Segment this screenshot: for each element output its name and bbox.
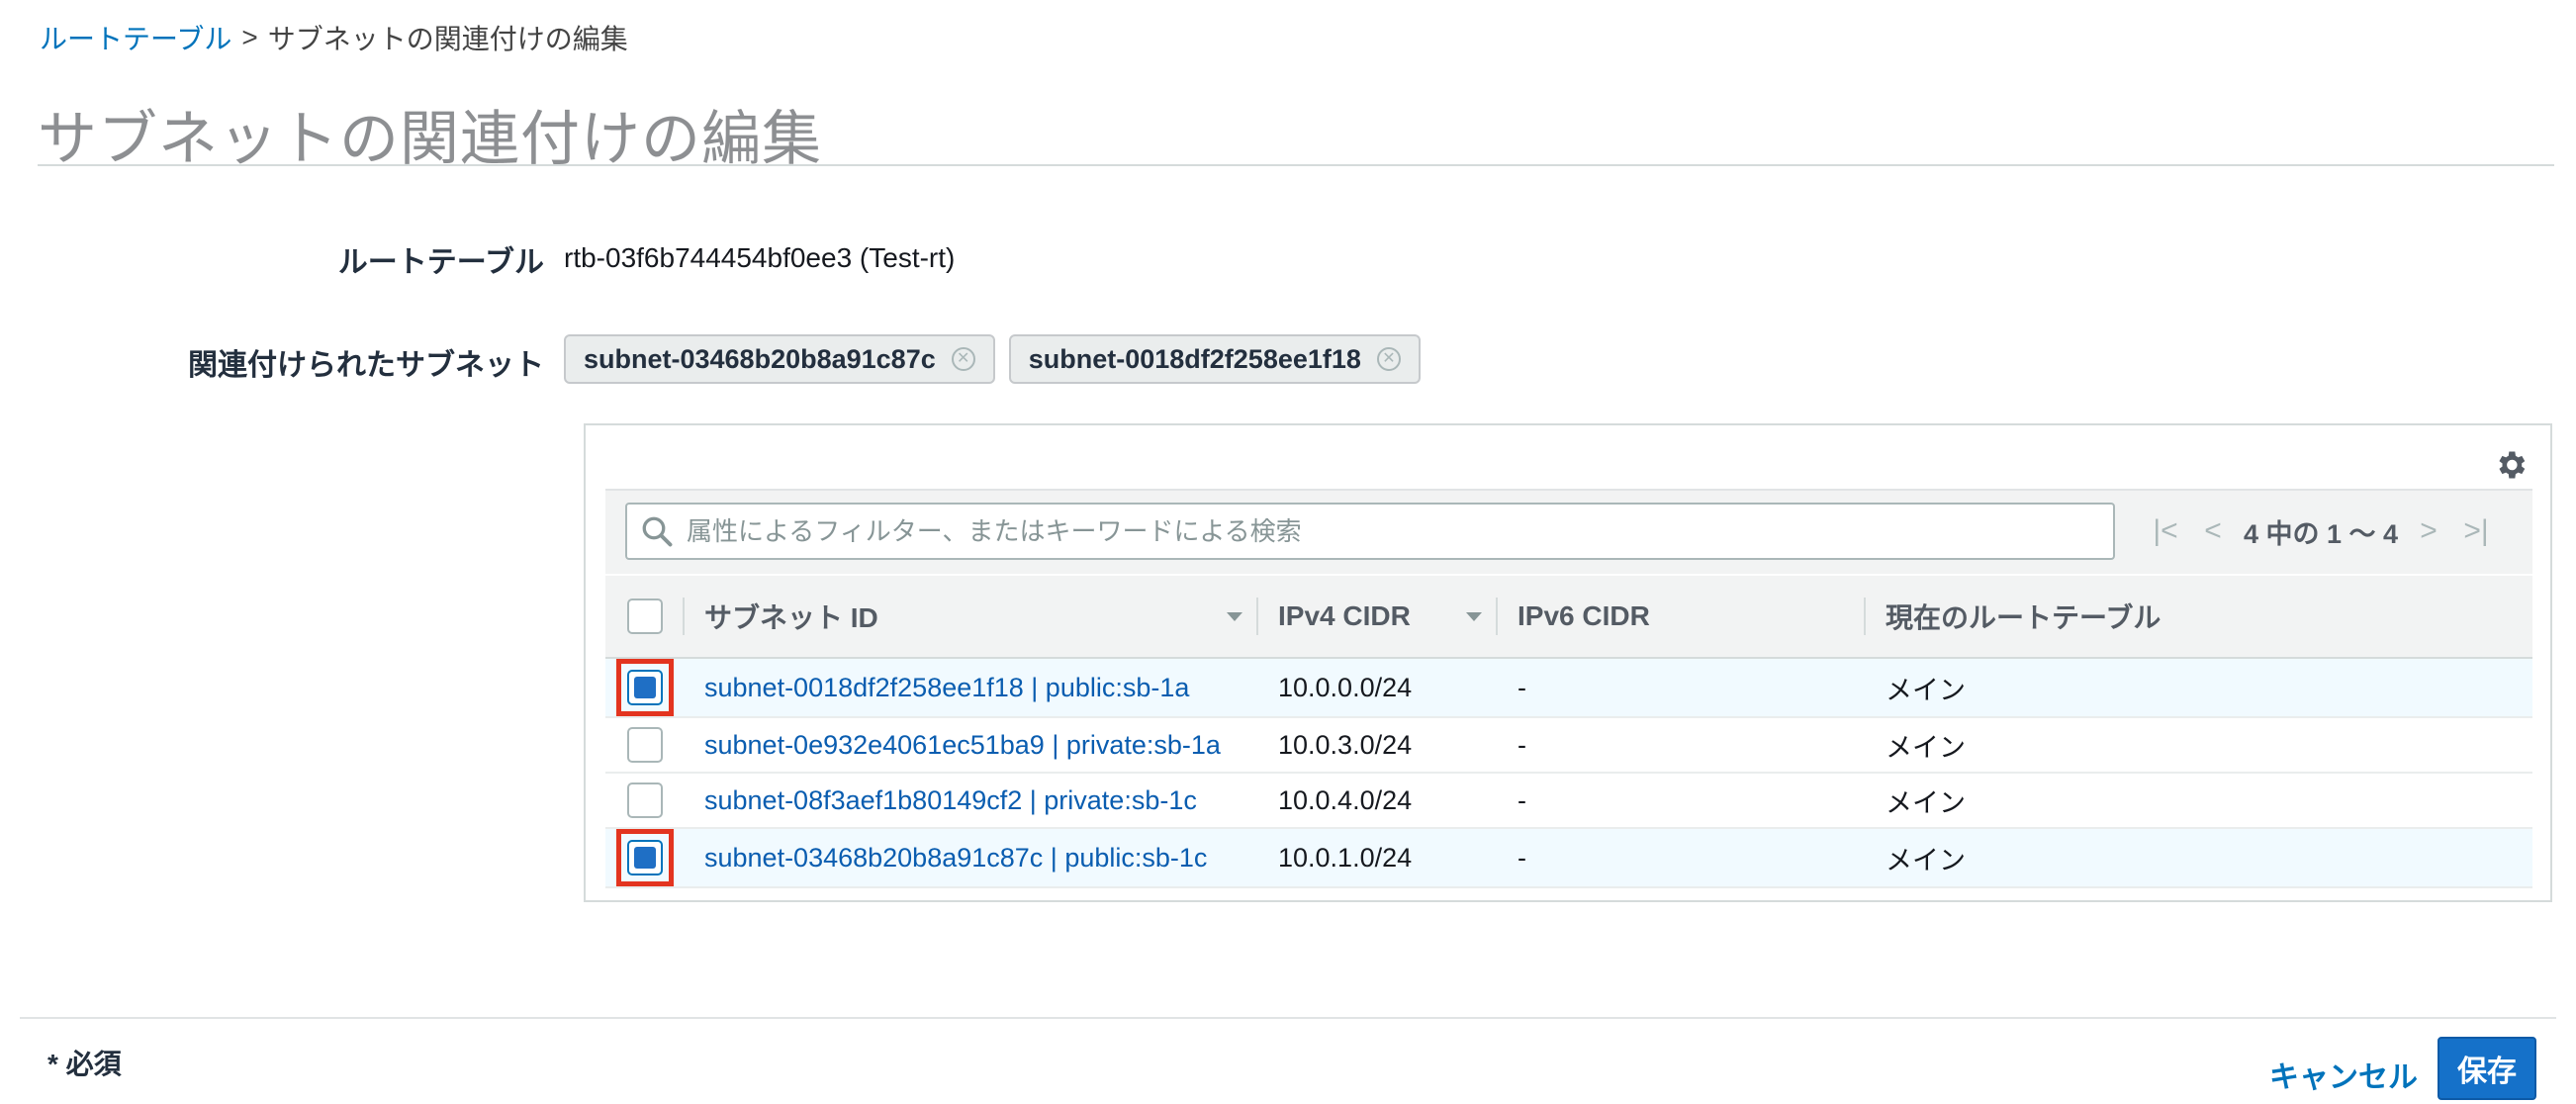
gear-icon[interactable] xyxy=(2493,447,2529,483)
pagination-summary: 4 中の 1 〜 4 xyxy=(2244,518,2399,549)
required-note: * 必須 xyxy=(47,1049,122,1079)
select-all-header xyxy=(605,576,685,659)
remove-token-icon[interactable]: ✕ xyxy=(951,347,975,371)
subnet-table: サブネット ID IPv4 CIDR IPv6 CIDR 現在のルートテーブル xyxy=(605,576,2532,888)
breadcrumb-current: サブネットの関連付けの編集 xyxy=(267,24,628,54)
table-row[interactable]: subnet-0e932e4061ec51ba9 | private:sb-1a… xyxy=(605,717,2532,774)
table-toolbar: |< < 4 中の 1 〜 4 > >| xyxy=(605,489,2532,574)
route-table-value: rtb-03f6b744454bf0ee3 (Test-rt) xyxy=(564,242,956,273)
table-row[interactable]: subnet-08f3aef1b80149cf2 | private:sb-1c… xyxy=(605,773,2532,829)
footer-divider xyxy=(20,1017,2556,1019)
breadcrumb: ルートテーブル > サブネットの関連付けの編集 xyxy=(40,18,628,57)
ipv6-cell: - xyxy=(1498,828,1866,888)
subnet-token: subnet-03468b20b8a91c87c ✕ xyxy=(564,334,995,384)
breadcrumb-separator: > xyxy=(241,22,258,52)
subnet-selection-panel: |< < 4 中の 1 〜 4 > >| サブネット ID xyxy=(584,423,2552,902)
sort-caret-icon[interactable] xyxy=(1227,612,1242,621)
select-all-checkbox[interactable] xyxy=(627,598,663,634)
column-label: サブネット ID xyxy=(704,602,878,633)
title-divider xyxy=(38,164,2554,166)
subnet-token: subnet-0018df2f258ee1f18 ✕ xyxy=(1008,334,1421,384)
column-header-current-route-table[interactable]: 現在のルートテーブル xyxy=(1866,576,2532,659)
column-header-subnet-id[interactable]: サブネット ID xyxy=(685,576,1258,659)
filter-box xyxy=(625,503,2115,560)
highlight-box xyxy=(616,659,674,715)
column-header-ipv6-cidr[interactable]: IPv6 CIDR xyxy=(1498,576,1866,659)
subnet-link[interactable]: subnet-0018df2f258ee1f18 | public:sb-1a xyxy=(704,673,1189,702)
row-checkbox[interactable] xyxy=(627,670,663,705)
route-table-cell: メイン xyxy=(1866,828,2532,888)
table-header-row: サブネット ID IPv4 CIDR IPv6 CIDR 現在のルートテーブル xyxy=(605,576,2532,659)
row-checkbox[interactable] xyxy=(627,782,663,818)
ipv4-cell: 10.0.0.0/24 xyxy=(1258,658,1498,718)
column-label: IPv6 CIDR xyxy=(1518,600,1650,631)
column-label: 現在のルートテーブル xyxy=(1886,602,2162,633)
previous-page-icon[interactable]: < xyxy=(2196,514,2230,548)
remove-token-icon[interactable]: ✕ xyxy=(1376,347,1401,371)
next-page-icon[interactable]: > xyxy=(2412,514,2445,548)
last-page-icon[interactable]: >| xyxy=(2459,514,2493,548)
subnet-token-label: subnet-0018df2f258ee1f18 xyxy=(1028,343,1361,374)
pagination: |< < 4 中の 1 〜 4 > >| xyxy=(2149,503,2493,560)
cancel-button[interactable]: キャンセル xyxy=(2269,1053,2418,1096)
search-icon xyxy=(642,516,673,547)
highlight-box xyxy=(616,829,674,885)
row-checkbox[interactable] xyxy=(627,727,663,763)
ipv6-cell: - xyxy=(1498,717,1866,774)
subnet-link[interactable]: subnet-0e932e4061ec51ba9 | private:sb-1a xyxy=(704,730,1221,760)
table-row[interactable]: subnet-03468b20b8a91c87c | public:sb-1c … xyxy=(605,828,2532,888)
column-header-ipv4-cidr[interactable]: IPv4 CIDR xyxy=(1258,576,1498,659)
sort-caret-icon[interactable] xyxy=(1466,612,1482,621)
subnet-link[interactable]: subnet-03468b20b8a91c87c | public:sb-1c xyxy=(704,843,1207,873)
column-label: IPv4 CIDR xyxy=(1278,600,1411,631)
ipv6-cell: - xyxy=(1498,658,1866,718)
first-page-icon[interactable]: |< xyxy=(2149,514,2182,548)
ipv4-cell: 10.0.4.0/24 xyxy=(1258,773,1498,829)
ipv4-cell: 10.0.3.0/24 xyxy=(1258,717,1498,774)
save-button[interactable]: 保存 xyxy=(2438,1037,2536,1100)
table-row[interactable]: subnet-0018df2f258ee1f18 | public:sb-1a … xyxy=(605,658,2532,718)
route-table-label: ルートテーブル xyxy=(337,246,544,279)
ipv6-cell: - xyxy=(1498,773,1866,829)
associated-subnet-tokens: subnet-03468b20b8a91c87c ✕ subnet-0018df… xyxy=(564,334,1421,384)
associated-subnets-label: 関連付けられたサブネット xyxy=(188,349,544,382)
subnet-link[interactable]: subnet-08f3aef1b80149cf2 | private:sb-1c xyxy=(704,785,1197,815)
row-checkbox[interactable] xyxy=(627,840,663,875)
route-table-cell: メイン xyxy=(1866,658,2532,718)
subnet-token-label: subnet-03468b20b8a91c87c xyxy=(584,343,936,374)
filter-input[interactable] xyxy=(685,514,2073,548)
breadcrumb-route-tables-link[interactable]: ルートテーブル xyxy=(40,18,231,57)
ipv4-cell: 10.0.1.0/24 xyxy=(1258,828,1498,888)
route-table-cell: メイン xyxy=(1866,773,2532,829)
route-table-cell: メイン xyxy=(1866,717,2532,774)
